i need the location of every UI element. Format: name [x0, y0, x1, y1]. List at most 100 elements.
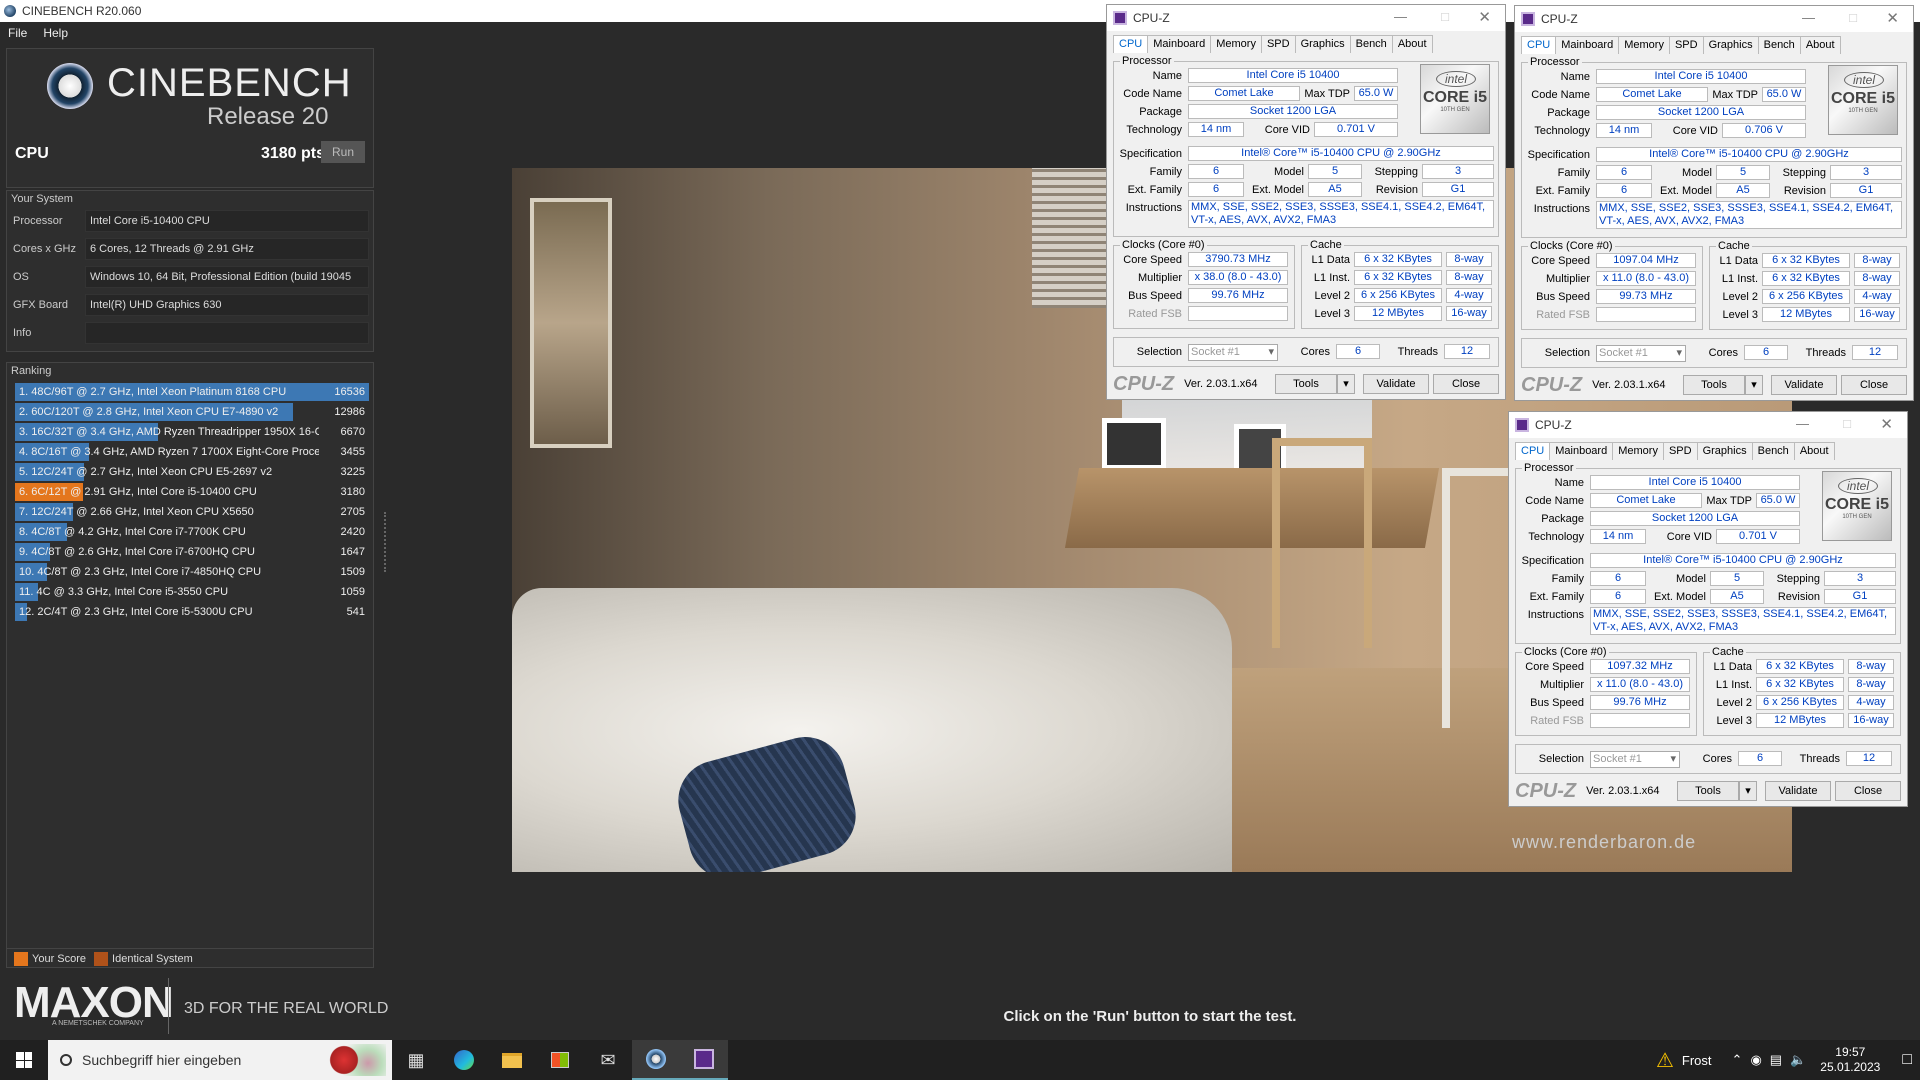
close-icon[interactable]: ✕: [1880, 415, 1893, 433]
ranking-row[interactable]: 8. 4C/8T @ 4.2 GHz, Intel Core i7-7700K …: [15, 523, 369, 541]
volume-icon[interactable]: 🔈: [1790, 1052, 1806, 1068]
run-button[interactable]: Run: [321, 141, 365, 163]
tab-cpu[interactable]: CPU: [1515, 442, 1551, 460]
field-value-multiplier: x 38.0 (8.0 - 43.0): [1188, 270, 1288, 285]
tab-about[interactable]: About: [1799, 36, 1841, 54]
test-label: CPU: [15, 145, 49, 162]
tools-button[interactable]: Tools: [1275, 374, 1337, 394]
ranking-row[interactable]: 1. 48C/96T @ 2.7 GHz, Intel Xeon Platinu…: [15, 383, 369, 401]
menu-help[interactable]: Help: [43, 26, 68, 40]
ranking-row[interactable]: 4. 8C/16T @ 3.4 GHz, AMD Ryzen 7 1700X E…: [15, 443, 369, 461]
close-button[interactable]: Close: [1841, 375, 1907, 395]
tab-cpu[interactable]: CPU: [1521, 36, 1557, 54]
tab-memory[interactable]: Memory: [1612, 442, 1664, 460]
tab-graphics[interactable]: Graphics: [1702, 36, 1759, 54]
tab-graphics[interactable]: Graphics: [1696, 442, 1753, 460]
field-label: Selection: [1136, 346, 1182, 358]
tab-spd[interactable]: SPD: [1260, 35, 1296, 53]
ranking-row[interactable]: 10. 4C/8T @ 2.3 GHz, Intel Core i7-4850H…: [15, 563, 369, 581]
ranking-row[interactable]: 7. 12C/24T @ 2.66 GHz, Intel Xeon CPU X5…: [15, 503, 369, 521]
file-explorer-icon[interactable]: [488, 1040, 536, 1080]
close-icon[interactable]: ✕: [1886, 9, 1899, 27]
chevron-up-icon[interactable]: ⌃: [1732, 1052, 1743, 1068]
socket-select[interactable]: Socket #1 ▾: [1596, 345, 1686, 362]
tab-spd[interactable]: SPD: [1668, 36, 1704, 54]
tools-dropdown-button[interactable]: ▾: [1337, 374, 1355, 394]
store-icon[interactable]: [536, 1040, 584, 1080]
maximize-icon[interactable]: □: [1441, 9, 1449, 24]
tab-spd[interactable]: SPD: [1662, 442, 1698, 460]
field-value-l1-data-way: 8-way: [1848, 659, 1894, 674]
socket-select[interactable]: Socket #1 ▾: [1188, 344, 1278, 361]
tab-mainboard[interactable]: Mainboard: [1147, 35, 1212, 53]
mail-icon[interactable]: ✉: [584, 1040, 632, 1080]
close-button[interactable]: Close: [1433, 374, 1499, 394]
tab-memory[interactable]: Memory: [1618, 36, 1670, 54]
ranking-row[interactable]: 5. 12C/24T @ 2.7 GHz, Intel Xeon CPU E5-…: [15, 463, 369, 481]
menu-file[interactable]: File: [8, 26, 27, 40]
tab-bench[interactable]: Bench: [1757, 36, 1801, 54]
tab-about[interactable]: About: [1793, 442, 1835, 460]
validate-button[interactable]: Validate: [1363, 374, 1429, 394]
tab-cpu[interactable]: CPU: [1113, 35, 1149, 53]
clocks-group: Clocks (Core #0) Core Speed 1097.32 MHz Mul…: [1515, 646, 1697, 736]
tools-button[interactable]: Tools: [1683, 375, 1745, 395]
field-value-bus-speed: 99.76 MHz: [1590, 695, 1690, 710]
socket-select[interactable]: Socket #1 ▾: [1590, 751, 1680, 768]
field-label: Family: [1551, 573, 1584, 585]
network-icon[interactable]: ▤: [1770, 1052, 1782, 1068]
info-field[interactable]: [85, 322, 369, 344]
field-label: Stepping: [1782, 167, 1826, 179]
minimize-icon[interactable]: —: [1802, 10, 1815, 25]
field-label: Level 2: [1314, 290, 1350, 302]
webcam-icon[interactable]: ◉: [1750, 1052, 1761, 1068]
ranking-row[interactable]: 12. 2C/4T @ 2.3 GHz, Intel Core i5-5300U…: [15, 603, 369, 621]
minimize-icon[interactable]: —: [1394, 9, 1407, 24]
cpuz-version: Ver. 2.03.1.x64: [1586, 785, 1660, 797]
tools-dropdown-button[interactable]: ▾: [1745, 375, 1763, 395]
ranking-row[interactable]: 9. 4C/8T @ 2.6 GHz, Intel Core i7-6700HQ…: [15, 543, 369, 561]
field-label: Technology: [1126, 124, 1182, 136]
close-button[interactable]: Close: [1835, 781, 1901, 801]
notification-icon[interactable]: □: [1902, 1051, 1912, 1069]
tab-bench[interactable]: Bench: [1349, 35, 1393, 53]
cinebench-icon[interactable]: [632, 1040, 680, 1080]
cpuz-icon[interactable]: [680, 1040, 728, 1080]
weather-warning-icon[interactable]: ⚠: [1656, 1048, 1674, 1073]
field-value-l1-inst-way: 8-way: [1854, 271, 1900, 286]
clock[interactable]: 19:57 25.01.2023: [1820, 1045, 1880, 1075]
weather-label[interactable]: Frost: [1682, 1053, 1712, 1068]
maximize-icon[interactable]: □: [1849, 10, 1857, 25]
cpuz-title: CPU-Z: [1133, 11, 1170, 25]
ranking-row[interactable]: 2. 60C/120T @ 2.8 GHz, Intel Xeon CPU E7…: [15, 403, 369, 421]
field-value-model: 5: [1716, 165, 1770, 180]
field-value-name: Intel Core i5 10400: [1188, 68, 1398, 83]
validate-button[interactable]: Validate: [1771, 375, 1837, 395]
field-label: Package: [1139, 106, 1182, 118]
field-value-instructions: MMX, SSE, SSE2, SSE3, SSSE3, SSE4.1, SSE…: [1596, 201, 1902, 229]
ranking-row[interactable]: 3. 16C/32T @ 3.4 GHz, AMD Ryzen Threadri…: [15, 423, 369, 441]
tools-dropdown-button[interactable]: ▾: [1739, 781, 1757, 801]
splitter-handle[interactable]: [384, 512, 386, 572]
processor-group: Processor Name Intel Core i5 10400 Code Nam…: [1515, 462, 1901, 644]
tab-bench[interactable]: Bench: [1751, 442, 1795, 460]
task-view-icon[interactable]: ▦: [392, 1040, 440, 1080]
taskbar-search[interactable]: Suchbegriff hier eingeben: [48, 1040, 392, 1080]
tab-graphics[interactable]: Graphics: [1294, 35, 1351, 53]
ranking-row[interactable]: 6. 6C/12T @ 2.91 GHz, Intel Core i5-1040…: [15, 483, 369, 501]
maximize-icon[interactable]: □: [1843, 416, 1851, 431]
minimize-icon[interactable]: —: [1796, 416, 1809, 431]
tab-about[interactable]: About: [1391, 35, 1433, 53]
edge-icon[interactable]: [440, 1040, 488, 1080]
tab-memory[interactable]: Memory: [1210, 35, 1262, 53]
close-icon[interactable]: ✕: [1478, 8, 1491, 26]
tab-mainboard[interactable]: Mainboard: [1549, 442, 1614, 460]
start-button[interactable]: [0, 1040, 48, 1080]
tools-button[interactable]: Tools: [1677, 781, 1739, 801]
tab-mainboard[interactable]: Mainboard: [1555, 36, 1620, 54]
render-table: [1064, 468, 1440, 548]
field-label: Multiplier: [1539, 679, 1584, 691]
ranking-row[interactable]: 11. 4C @ 3.3 GHz, Intel Core i5-3550 CPU…: [15, 583, 369, 601]
cpuz-tabs: CPU Mainboard Memory SPD Graphics Bench About: [1113, 35, 1433, 53]
validate-button[interactable]: Validate: [1765, 781, 1831, 801]
